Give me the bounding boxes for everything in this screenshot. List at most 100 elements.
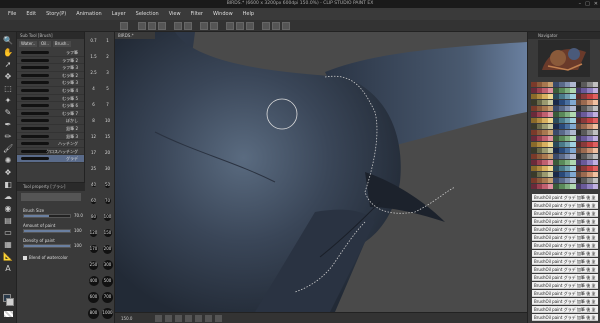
color-swatch[interactable] xyxy=(592,136,599,141)
brush-size-option[interactable]: 300 xyxy=(101,260,114,270)
brush-size-option[interactable]: 17 xyxy=(87,148,100,158)
brush-item[interactable]: むラ筆 3 xyxy=(17,79,84,87)
brush-size-option[interactable]: 1.5 xyxy=(87,52,100,62)
zoom-level[interactable]: 150.0 xyxy=(121,316,132,321)
brush-size-option[interactable]: 3 xyxy=(101,68,114,78)
minimize-button[interactable]: – xyxy=(579,1,582,7)
actual-size-icon[interactable] xyxy=(185,315,192,322)
brush-size-option[interactable]: 170 xyxy=(87,244,100,254)
eyedropper-tool-icon[interactable]: ✎ xyxy=(3,108,13,118)
layer-row[interactable]: BrushOil paint グラデ 加筆 後 塗 xyxy=(532,314,598,321)
brush-size-option[interactable]: 40 xyxy=(87,180,100,190)
layer-row[interactable]: BrushOil paint グラデ 加筆 後 塗 xyxy=(532,258,598,265)
brush-size-option[interactable]: 10 xyxy=(101,116,114,126)
brush-item[interactable]: ハッチング xyxy=(17,140,84,148)
transparent-color-swatch[interactable] xyxy=(4,311,13,317)
pencil-tool-icon[interactable]: ✏ xyxy=(3,132,13,142)
new-file-icon[interactable] xyxy=(138,22,146,30)
brush-size-option[interactable]: 25 xyxy=(87,164,100,174)
brush-item[interactable]: グラデ xyxy=(17,155,84,163)
layer-row[interactable]: BrushOil paint グラデ 加筆 後 塗 xyxy=(532,266,598,273)
brush-item[interactable]: 鉛筆 2 xyxy=(17,125,84,133)
menu-selection[interactable]: Selection xyxy=(136,11,159,17)
color-swatch[interactable] xyxy=(592,118,599,123)
brush-size-option[interactable]: 200 xyxy=(101,244,114,254)
save-icon[interactable] xyxy=(158,22,166,30)
brush-size-option[interactable]: 80 xyxy=(87,212,100,222)
decoration-tool-icon[interactable]: ❖ xyxy=(3,168,13,178)
brush-size-option[interactable]: 8 xyxy=(87,116,100,126)
layer-move-tool-icon[interactable]: ✥ xyxy=(3,72,13,82)
brush-size-option[interactable]: 150 xyxy=(101,228,114,238)
color-swatch[interactable] xyxy=(592,106,599,111)
selection-tool-icon[interactable]: ⬚ xyxy=(3,84,13,94)
canvas-tab[interactable]: BIRDS.* xyxy=(115,32,155,39)
brush-item[interactable]: ぼかし xyxy=(17,117,84,125)
brush-size-option[interactable]: 50 xyxy=(101,180,114,190)
auto-select-tool-icon[interactable]: ✦ xyxy=(3,96,13,106)
brush-size-option[interactable]: 60 xyxy=(87,196,100,206)
figure-tool-icon[interactable]: ▭ xyxy=(3,228,13,238)
tab-oil[interactable]: Oil.. xyxy=(39,41,51,47)
brush-size-option[interactable]: 700 xyxy=(101,291,114,303)
color-swatch[interactable] xyxy=(592,94,599,99)
color-swatch[interactable] xyxy=(592,160,599,165)
layer-row[interactable]: BrushOil paint グラデ 加筆 後 塗 xyxy=(532,194,598,201)
brush-item[interactable]: むラ筆 2 xyxy=(17,72,84,80)
brush-item[interactable]: むラ筆 5 xyxy=(17,95,84,103)
brush-size-option[interactable]: 12 xyxy=(87,132,100,142)
ruler-tool-icon[interactable]: 📐 xyxy=(3,252,13,262)
zoom-tool-icon[interactable]: 🔍 xyxy=(3,36,13,46)
brush-size-option[interactable]: 100 xyxy=(101,212,114,222)
brush-size-option[interactable]: 0.7 xyxy=(87,36,100,46)
brush-item[interactable]: むラ筆 4 xyxy=(17,87,84,95)
gradient-tool-icon[interactable]: ▤ xyxy=(3,216,13,226)
zoom-out-icon[interactable] xyxy=(155,315,162,322)
navigator-thumbnail[interactable] xyxy=(538,40,590,77)
color-swatch[interactable] xyxy=(592,154,599,159)
deselect-icon[interactable] xyxy=(236,22,244,30)
fill-icon[interactable] xyxy=(210,22,218,30)
menu-view[interactable]: View xyxy=(169,11,181,17)
move-tool-icon[interactable]: ✋ xyxy=(3,48,13,58)
blend-tool-icon[interactable]: ☁ xyxy=(3,192,13,202)
brush-tool-icon[interactable]: 🖌 xyxy=(3,144,13,154)
brush-size-option[interactable]: 4 xyxy=(87,84,100,94)
density-of-paint-value[interactable]: 100 xyxy=(74,243,82,248)
brush-size-option[interactable]: 7 xyxy=(101,100,114,110)
brush-item[interactable]: ラフ筆 xyxy=(17,49,84,57)
amount-of-paint-slider[interactable] xyxy=(23,229,71,233)
redo-icon[interactable] xyxy=(184,22,192,30)
layer-row[interactable]: BrushOil paint グラデ 加筆 後 塗 xyxy=(532,290,598,297)
brush-size-value[interactable]: 70.0 xyxy=(74,213,83,218)
brush-size-option[interactable]: 400 xyxy=(87,276,100,286)
color-swatch[interactable] xyxy=(592,142,599,147)
menu-layer[interactable]: Layer xyxy=(112,11,126,17)
fill-tool-icon[interactable]: ◉ xyxy=(3,204,13,214)
brush-size-option[interactable]: 250 xyxy=(87,260,100,270)
maximize-button[interactable]: □ xyxy=(585,1,590,7)
transform-icon[interactable] xyxy=(226,22,234,30)
menu-filter[interactable]: Filter xyxy=(191,11,203,17)
invert-selection-icon[interactable] xyxy=(246,22,254,30)
amount-of-paint-value[interactable]: 100 xyxy=(74,228,82,233)
menu-help[interactable]: Help xyxy=(243,11,254,17)
tab-watercolor[interactable]: Water.. xyxy=(19,41,37,47)
zoom-in-icon[interactable] xyxy=(165,315,172,322)
brush-size-option[interactable]: 120 xyxy=(87,228,100,238)
brush-size-option[interactable]: 6 xyxy=(87,100,100,110)
brush-size-option[interactable]: 1 xyxy=(101,36,114,46)
menu-animation[interactable]: Animation xyxy=(76,11,102,17)
color-swatch[interactable] xyxy=(592,148,599,153)
menu-file[interactable]: File xyxy=(8,11,16,17)
open-file-icon[interactable] xyxy=(148,22,156,30)
text-tool-icon[interactable]: A xyxy=(3,264,13,274)
brush-size-slider[interactable] xyxy=(23,214,71,218)
sub-color-swatch[interactable] xyxy=(6,298,14,306)
brush-size-option[interactable]: 30 xyxy=(101,164,114,174)
brush-item[interactable]: むラ筆 7 xyxy=(17,110,84,118)
brush-item[interactable]: むラ筆 6 xyxy=(17,102,84,110)
airbrush-tool-icon[interactable]: ✺ xyxy=(3,156,13,166)
layer-row[interactable]: BrushOil paint グラデ 加筆 後 塗 xyxy=(532,282,598,289)
brush-size-option[interactable]: 2.5 xyxy=(87,68,100,78)
